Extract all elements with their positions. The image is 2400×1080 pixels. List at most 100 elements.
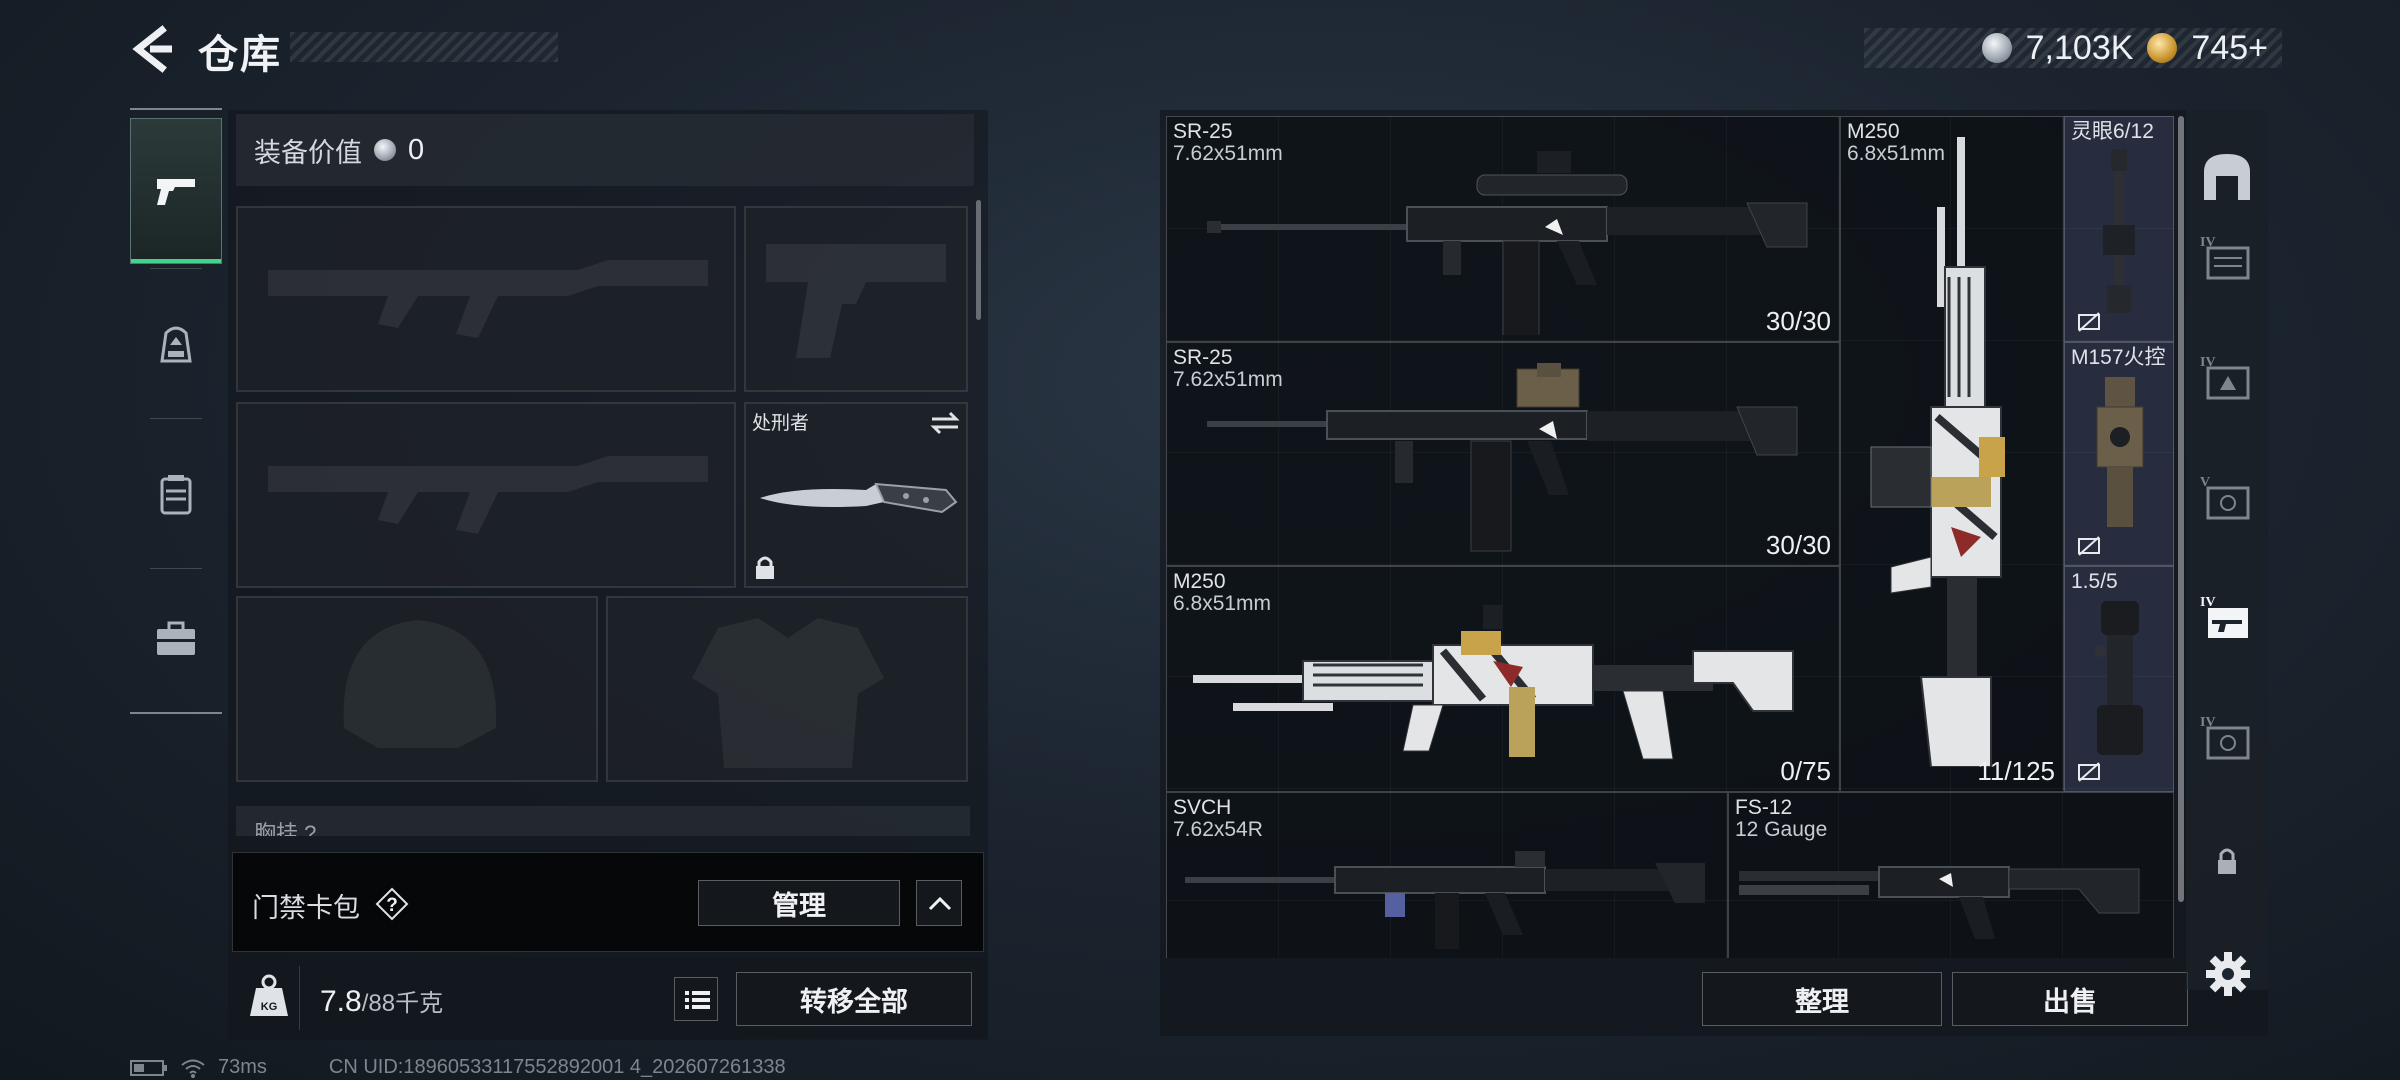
- storage-scrollbar[interactable]: [2178, 116, 2184, 902]
- container-tab-2[interactable]: IV: [2196, 346, 2258, 408]
- item-name: FS-12: [1735, 796, 1793, 819]
- svg-text:KG: KG: [261, 1001, 278, 1013]
- helmet-silhouette-icon: [343, 620, 497, 748]
- list-icon: [685, 991, 710, 1009]
- help-button[interactable]: ?: [374, 886, 410, 922]
- weight-max: /88千克: [361, 990, 444, 1017]
- loadout-scrollbar[interactable]: [976, 200, 981, 320]
- svch-rifle-image: [1185, 851, 1705, 949]
- backpack-icon: [160, 326, 192, 363]
- safe-box-icon: [2204, 154, 2250, 200]
- body-armor-slot[interactable]: [606, 596, 968, 782]
- category-sidebar: [130, 108, 222, 714]
- storage-item-sr25-1[interactable]: SR-25 7.62x51mm 30/30: [1166, 116, 1840, 342]
- primary-weapon-slot[interactable]: [236, 206, 736, 392]
- storage-case-icon: IV: [2200, 355, 2250, 400]
- manage-button[interactable]: 管理: [698, 880, 900, 926]
- item-name: 1.5/5: [2071, 570, 2118, 593]
- m250-lmg-image: [1870, 137, 2005, 767]
- page-title: 仓库: [198, 33, 282, 77]
- user-uid: CN UID:18960533117552892001 4_2026072613…: [328, 1056, 786, 1078]
- armor-silhouette-icon: [692, 618, 884, 768]
- vest-icon: [160, 475, 192, 515]
- container-tab-4-active[interactable]: IV: [2196, 586, 2258, 648]
- m250-lmg-image: [1193, 605, 1794, 760]
- storage-item-m250-1[interactable]: M250 6.8x51mm 0/75: [1166, 566, 1840, 792]
- gear-icon: [2206, 952, 2250, 996]
- pistol-icon: [157, 179, 195, 205]
- storage-item-sr25-2[interactable]: SR-25 7.62x51mm 30/30: [1166, 342, 1840, 566]
- silver-amount: 7,103K: [2025, 28, 2134, 67]
- gold-amount: 745+: [2191, 28, 2268, 67]
- knife-image: [760, 482, 958, 514]
- container-tab-1[interactable]: IV: [2196, 226, 2258, 288]
- keycard-label: 门禁卡包: [252, 893, 360, 923]
- transfer-all-button[interactable]: 转移全部: [736, 972, 972, 1026]
- variable-scope-image: [2095, 601, 2143, 755]
- expand-button[interactable]: [916, 880, 962, 926]
- swap-icon[interactable]: [930, 410, 960, 436]
- storage-case-icon: V: [2200, 475, 2250, 520]
- storage-item-m250-2[interactable]: M250 6.8x51mm 11/125: [1840, 116, 2064, 792]
- category-backpack[interactable]: [130, 272, 222, 418]
- not-installed-icon: [2078, 312, 2100, 332]
- container-tab-3[interactable]: V: [2196, 466, 2258, 528]
- item-ammo-count: 30/30: [1765, 530, 1831, 560]
- weight-icon-box: KG: [238, 966, 300, 1030]
- category-weapons[interactable]: [130, 118, 222, 264]
- fire-control-scope-image: [2096, 377, 2144, 527]
- equipment-value-label: 装备价值: [254, 137, 362, 168]
- silver-coin-icon: [1981, 33, 2012, 63]
- sidearm-slot[interactable]: [744, 206, 968, 392]
- knife-name: 处刑者: [752, 413, 810, 434]
- rifle-silhouette-icon: [268, 260, 708, 338]
- settings-button[interactable]: [2204, 950, 2252, 998]
- svg-text:IV: IV: [2200, 595, 2216, 610]
- silver-coin-icon: [374, 139, 396, 161]
- storage-case-icon: IV: [2200, 715, 2250, 760]
- gold-coin-icon: [2147, 33, 2178, 63]
- not-installed-icon: [2078, 762, 2100, 782]
- container-tab-main[interactable]: [2196, 146, 2258, 208]
- container-tab-5[interactable]: IV: [2196, 706, 2258, 768]
- equipment-value: 0: [408, 133, 425, 166]
- sort-button[interactable]: 整理: [1702, 972, 1942, 1026]
- item-name: M157火控: [2071, 346, 2166, 369]
- rifle-scope-image: [2103, 149, 2135, 313]
- storage-item-scope-m157[interactable]: M157火控: [2064, 342, 2174, 566]
- fs12-shotgun-image: [1739, 866, 2140, 939]
- title-decoration: [290, 32, 558, 62]
- storage-item-svch[interactable]: SVCH 7.62x54R: [1166, 792, 1728, 958]
- item-ammo-count: 30/30: [1765, 306, 1831, 336]
- category-case[interactable]: [130, 566, 222, 712]
- wifi-icon: [181, 1059, 205, 1078]
- storage-item-fs12[interactable]: FS-12 12 Gauge: [1728, 792, 2174, 958]
- ping-readout: 73ms: [218, 1056, 267, 1078]
- chest-rig-label: 胸挂 ?: [236, 806, 970, 836]
- sr25-rifle-image: [1207, 151, 1808, 335]
- item-name: SVCH: [1173, 796, 1232, 819]
- item-caliber: 12 Gauge: [1735, 818, 1828, 841]
- storage-item-scope-lingyan[interactable]: 灵眼6/12: [2064, 116, 2174, 342]
- melee-slot[interactable]: 处刑者: [744, 402, 968, 588]
- weight-current: 7.8: [320, 985, 362, 1018]
- chevron-up-icon: [928, 896, 952, 911]
- back-arrow-icon: [132, 25, 172, 73]
- weapon-case-icon: IV: [2200, 595, 2248, 638]
- equipment-value-header: 装备价值 0: [236, 114, 974, 186]
- lock-icon: [756, 556, 774, 579]
- container-tab-locked[interactable]: [2196, 830, 2258, 892]
- item-name: M250: [1173, 570, 1226, 593]
- list-view-button[interactable]: [674, 977, 718, 1021]
- pistol-silhouette-icon: [766, 244, 946, 358]
- item-ammo-count: 0/75: [1780, 756, 1831, 786]
- help-icon: ?: [375, 887, 409, 921]
- secondary-weapon-slot[interactable]: [236, 402, 736, 588]
- weight-readout: 7.8/88千克: [320, 983, 443, 1019]
- sell-button[interactable]: 出售: [1952, 972, 2188, 1026]
- not-installed-icon: [2078, 536, 2100, 556]
- storage-item-scope-1-5x[interactable]: 1.5/5: [2064, 566, 2174, 792]
- category-vest[interactable]: [130, 422, 222, 568]
- helmet-slot[interactable]: [236, 596, 598, 782]
- back-button[interactable]: [128, 24, 178, 74]
